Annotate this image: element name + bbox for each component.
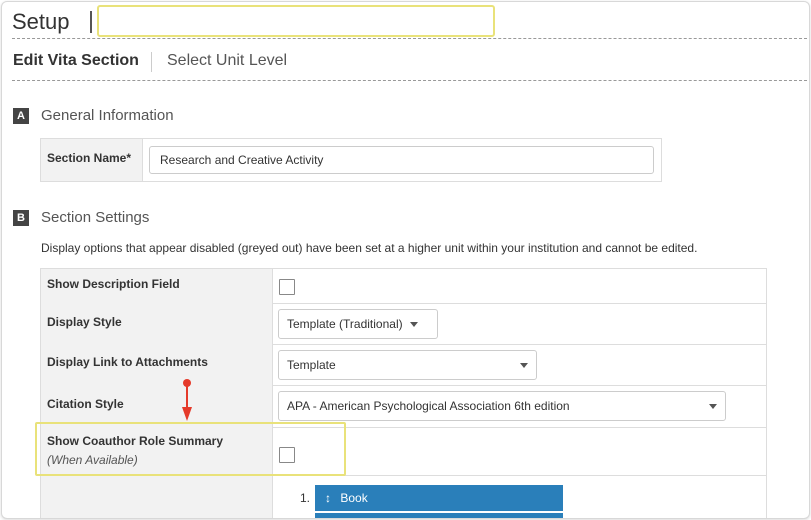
setting-label-cell: Citation Style [41,385,273,427]
show-description-checkbox[interactable] [279,279,295,295]
nav-divider [151,52,152,72]
annotation-arrow-down-icon [182,407,192,421]
disabled-options-note: Display options that appear disabled (gr… [41,241,698,255]
title-divider [90,11,92,33]
display-link-select[interactable]: Template [278,350,537,380]
setting-label-cell: Display Style [41,303,273,344]
select-value: Template [287,358,336,372]
setting-label: Display Link to Attachments [47,355,208,369]
order-number: 1. [300,491,311,505]
settings-table: Show Description Field Display Style Tem… [40,268,767,518]
citation-style-select[interactable]: APA - American Psychological Association… [278,391,726,421]
order-item-book[interactable]: ↕ Book [315,485,563,511]
select-value: Template (Traditional) [287,317,403,331]
setting-row-attachments: Display Link to Attachments Template [41,344,766,386]
section-name-label: Section Name* [47,151,132,165]
app-window: Setup Edit Vita Section Select Unit Leve… [1,1,810,519]
general-information-heading: General Information [41,107,174,124]
order-item-next[interactable] [315,513,563,518]
tab-edit-vita-section[interactable]: Edit Vita Section [13,52,139,70]
annotation-arrow-line [186,386,188,408]
chevron-down-icon [709,404,717,409]
coauthor-highlight-box [35,422,346,476]
header-divider [12,38,807,39]
order-item-label: Book [340,491,368,505]
display-style-select[interactable]: Template (Traditional) [278,309,438,339]
page-title: Setup [12,9,70,34]
setting-label-cell: Show Description Field [41,269,273,303]
chevron-down-icon [409,322,418,328]
setting-row-description: Show Description Field [41,269,766,304]
setting-label: Display Style [47,315,122,329]
select-value: APA - American Psychological Association… [287,399,570,413]
setting-label: Show Description Field [47,277,180,291]
section-name-input[interactable]: Research and Creative Activity [149,146,654,174]
section-settings-heading: Section Settings [41,209,150,226]
section-name-row: Section Name* Research and Creative Acti… [40,138,662,182]
setting-label-cell: Display Link to Attachments [41,344,273,385]
section-b-badge: B [13,210,29,226]
search-input-highlighted[interactable] [97,5,495,37]
section-name-label-cell: Section Name* [41,139,143,181]
chevron-down-icon [520,363,528,368]
tab-select-unit-level[interactable]: Select Unit Level [167,52,287,70]
setting-label: Citation Style [47,397,124,411]
nav-divider-line [12,80,807,81]
setting-row-display-style: Display Style Template (Traditional) [41,303,766,345]
setting-label-cell [41,475,273,518]
section-a-badge: A [13,108,29,124]
drag-handle-icon[interactable]: ↕ [325,491,331,505]
